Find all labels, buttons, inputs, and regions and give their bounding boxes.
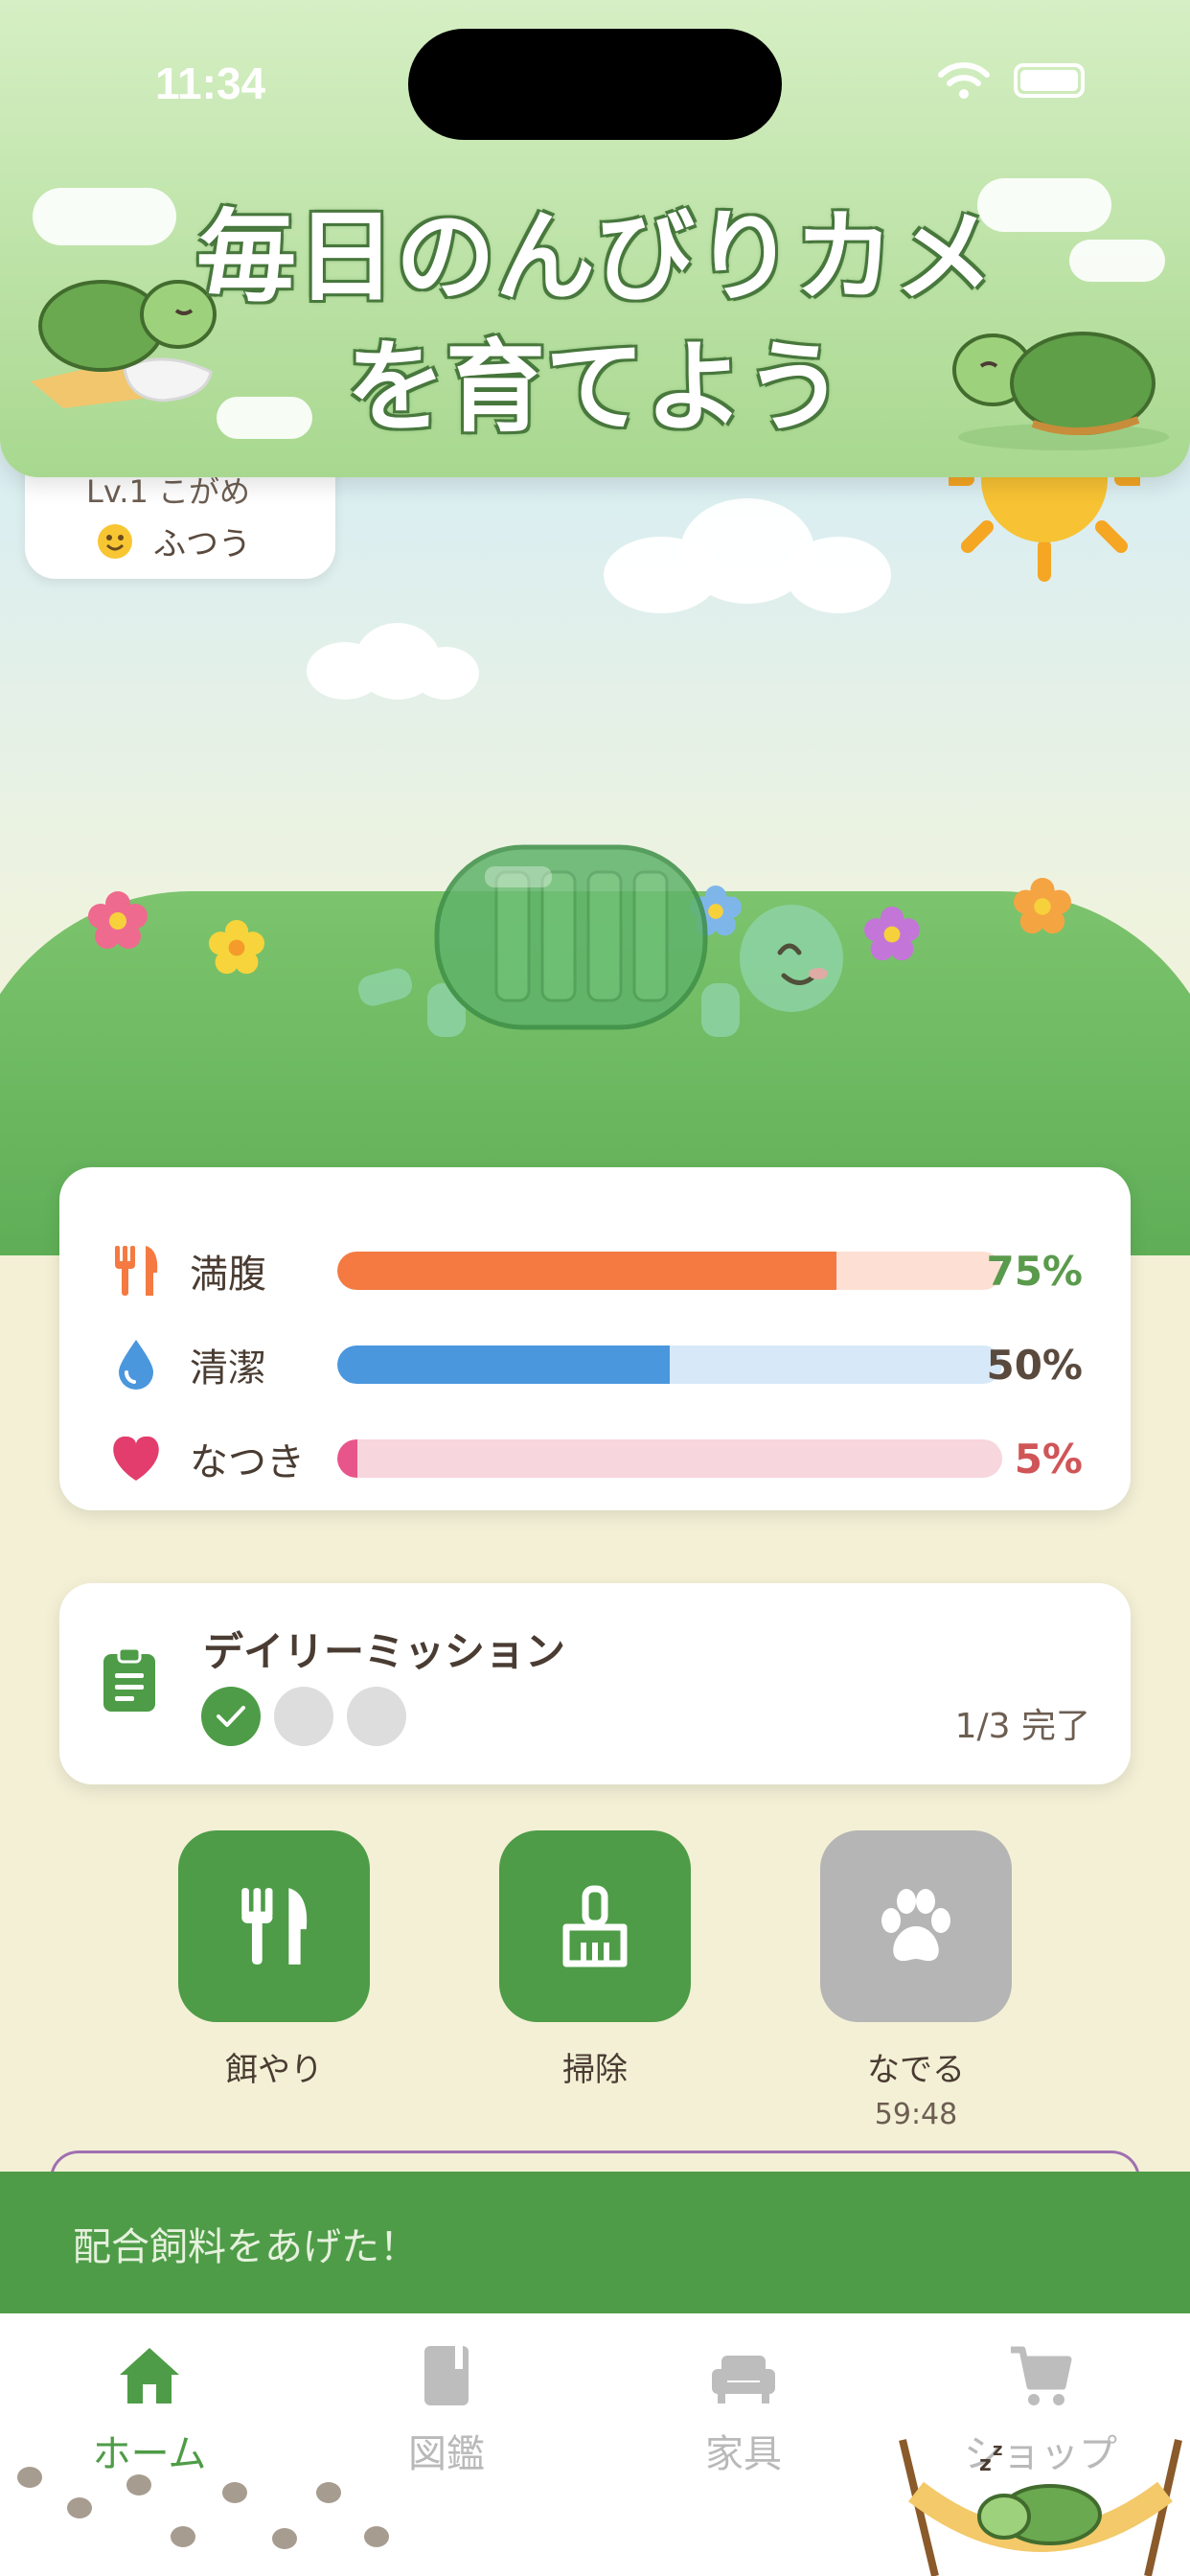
stat-row-cleanliness: 清潔 50% (59, 1336, 1131, 1393)
toast-message: 配合飼料をあげた！ (73, 2225, 418, 2269)
cleanliness-bar-fill (337, 1346, 670, 1384)
footprint-decoration (222, 2482, 247, 2503)
sofa-icon (712, 2356, 775, 2404)
cloud (786, 537, 891, 613)
footprint-decoration (171, 2526, 195, 2547)
pet-action: なでる 59:48 (820, 1830, 1012, 2131)
dynamic-island (408, 29, 782, 140)
fullness-bar-fill (337, 1252, 836, 1290)
flower-icon (1014, 878, 1071, 934)
banner-title-line1: 毎日のんびりカメ (195, 198, 994, 315)
feed-label: 餌やり (225, 2051, 323, 2089)
mission-dot-pending (347, 1687, 406, 1746)
mission-progress-text: 1/3 完了 (954, 1707, 1090, 1746)
hammock-turtle-icon: z z (899, 2439, 1182, 2576)
affection-bar-fill (337, 1439, 357, 1478)
broom-icon (562, 1885, 628, 1967)
tab-furniture-label: 家具 (705, 2432, 782, 2476)
promo-banner: 11:34 毎日のんびりカメ を育てよう (0, 0, 1190, 477)
fullness-bar (337, 1252, 1002, 1290)
stat-row-affection: なつき 5% (59, 1430, 1131, 1487)
cloud (412, 647, 479, 700)
home-icon (120, 2348, 179, 2404)
heart-icon (109, 1432, 163, 1485)
clean-action: 掃除 (499, 1830, 691, 2090)
tab-furniture[interactable]: 家具 (629, 2342, 858, 2478)
feed-button[interactable] (178, 1830, 370, 2022)
pet-turtle[interactable] (351, 840, 849, 1060)
stats-card: 満腹 75% 清潔 50% なつき 5% (59, 1167, 1131, 1510)
pet-button[interactable] (820, 1830, 1012, 2022)
flower-icon (88, 891, 148, 949)
banner-title-line2: を育てよう (345, 329, 844, 446)
mission-title: デイリーミッション (203, 1628, 566, 1675)
cleanliness-bar (337, 1346, 1002, 1384)
stat-label: 満腹 (190, 1253, 266, 1297)
cart-icon (1011, 2346, 1072, 2405)
svg-text:z: z (993, 2440, 1002, 2460)
check-icon (217, 1706, 245, 1727)
tab-home-label: ホーム (92, 2432, 207, 2476)
mission-dot-pending (274, 1687, 333, 1746)
mission-progress-dots (201, 1687, 406, 1746)
footprint-decoration (316, 2482, 341, 2503)
clipboard-icon (103, 1646, 155, 1712)
footprint-decoration (272, 2528, 297, 2549)
stat-value: 75% (986, 1247, 1083, 1295)
pet-mood-label: ふつう (153, 525, 251, 564)
flower-icon (209, 920, 264, 975)
pet-label: なでる (867, 2051, 965, 2089)
footprint-decoration (364, 2526, 389, 2547)
banner-title: 毎日のんびりカメ を育てよう (0, 192, 1190, 452)
affection-bar (337, 1439, 1002, 1478)
footprint-decoration (67, 2497, 92, 2518)
clean-button[interactable] (499, 1830, 691, 2022)
clean-label: 掃除 (562, 2051, 628, 2089)
tab-encyclopedia[interactable]: 図鑑 (332, 2342, 561, 2478)
paw-icon (881, 1889, 950, 1962)
fork-knife-icon (109, 1244, 163, 1298)
tab-encyclopedia-label: 図鑑 (408, 2432, 485, 2476)
mission-dot-completed (201, 1687, 261, 1746)
pet-mood: ふつう (98, 518, 251, 564)
stat-value: 5% (1014, 1435, 1083, 1483)
wifi-icon (938, 62, 990, 99)
pet-cooldown: 59:48 (874, 2098, 958, 2131)
stat-label: なつき (190, 1440, 305, 1484)
flower-icon (864, 907, 920, 961)
svg-text:z: z (979, 2452, 992, 2476)
stat-row-fullness: 満腹 75% (59, 1242, 1131, 1300)
battery-icon (1014, 63, 1085, 98)
daily-mission-card[interactable]: デイリーミッション 1/3 完了 (59, 1583, 1131, 1784)
feed-action: 餌やり (178, 1830, 370, 2090)
smile-icon (98, 523, 132, 559)
status-icons (937, 61, 1085, 100)
water-drop-icon (109, 1338, 163, 1392)
book-icon (424, 2346, 469, 2405)
tab-home[interactable]: ホーム (34, 2342, 264, 2478)
stat-label: 清潔 (190, 1346, 266, 1391)
fork-knife-icon (241, 1888, 308, 1965)
toast-banner: 配合飼料をあげた！ (0, 2172, 1190, 2313)
status-time: 11:34 (155, 58, 266, 108)
stat-value: 50% (986, 1341, 1083, 1389)
